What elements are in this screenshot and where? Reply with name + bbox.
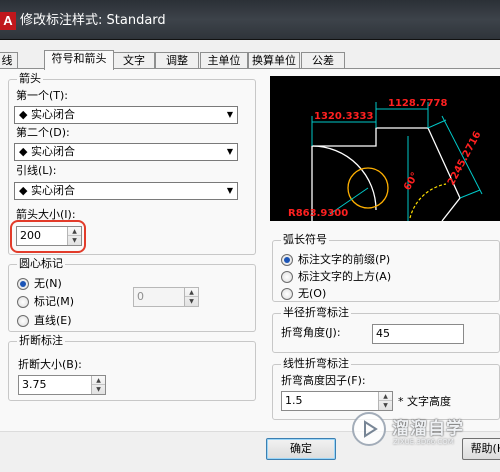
watermark-subtext: ZIXUE.3D66.COM (393, 438, 454, 446)
tab-label: 主单位 (207, 54, 241, 67)
radio-icon (17, 296, 29, 308)
radio-icon (17, 315, 29, 327)
first-arrow-select[interactable]: ◆ 实心闭合 ▼ (14, 106, 238, 124)
watermark: 溜溜自学 ZIXUE.3D66.COM (352, 408, 474, 454)
tab-symbols-arrows[interactable]: 符号和箭头 (44, 50, 114, 70)
tab-lines[interactable]: 线 (0, 52, 18, 69)
break-size-input[interactable]: 3.75 ▲ ▼ (18, 375, 106, 395)
arrow-glyph-icon: ◆ (19, 108, 28, 121)
second-arrow-value: 实心闭合 (30, 145, 75, 158)
spin-up-icon[interactable]: ▲ (92, 376, 105, 385)
tab-tolerances[interactable]: 公差 (301, 52, 345, 69)
preview-dim-left: 1320.3333 (314, 111, 374, 122)
tab-label: 线 (1, 54, 13, 67)
first-arrow-label: 第一个(T): (16, 89, 69, 102)
preview-ext-line-diag-top (427, 119, 447, 129)
play-icon (364, 420, 378, 438)
preview-dim-diag: 2245.2716 (446, 130, 484, 188)
dimension-preview: 1128.7778 1320.3333 2245.2716 60° R863.9… (270, 76, 500, 221)
preview-dim-angle: 60° (402, 171, 421, 193)
leader-arrow-select[interactable]: ◆ 实心闭合 ▼ (14, 182, 238, 200)
spinner-buttons[interactable]: ▲ ▼ (91, 376, 105, 394)
group-title: 半径折弯标注 (281, 306, 351, 320)
group-title: 箭头 (17, 72, 43, 86)
radio-label: 标记(M) (34, 295, 75, 308)
watermark-text: 溜溜自学 (392, 419, 464, 439)
tab-label: 文字 (123, 54, 145, 67)
radio-label: 无(O) (298, 287, 327, 300)
arrow-glyph-icon: ◆ (19, 145, 28, 158)
spinner-buttons[interactable]: ▲ ▼ (184, 288, 198, 306)
center-mark-size-input[interactable]: 0 ▲ ▼ (133, 287, 199, 307)
tab-alternate-units[interactable]: 换算单位 (248, 52, 300, 69)
first-arrow-value: 实心闭合 (30, 108, 75, 121)
preview-dim-top: 1128.7778 (388, 98, 448, 109)
spin-down-icon[interactable]: ▼ (92, 385, 105, 394)
ok-button[interactable]: 确定 (266, 438, 336, 460)
break-size-label: 折断大小(B): (18, 358, 82, 371)
tab-primary-units[interactable]: 主单位 (200, 52, 248, 69)
chevron-down-icon: ▼ (226, 110, 233, 119)
radio-icon (17, 278, 29, 290)
jog-height-factor-value: 1.5 (285, 394, 303, 407)
radio-label: 标注文字的前缀(P) (298, 253, 391, 266)
title-bar[interactable]: A 修改标注样式: Standard (0, 0, 500, 40)
second-arrow-select[interactable]: ◆ 实心闭合 ▼ (14, 143, 238, 161)
text-height-suffix: * 文字高度 (398, 395, 451, 408)
spin-up-icon[interactable]: ▲ (379, 392, 392, 401)
leader-arrow-label: 引线(L): (16, 164, 57, 177)
jog-angle-input[interactable]: 45 (372, 324, 464, 344)
chevron-down-icon: ▼ (226, 186, 233, 195)
preview-angle-arc (409, 183, 447, 219)
preview-dim-radius: R863.9300 (288, 208, 348, 219)
watermark-play-icon (352, 412, 386, 446)
group-title: 弧长符号 (281, 233, 329, 247)
arrow-glyph-icon: ◆ (19, 184, 28, 197)
tab-label: 换算单位 (252, 54, 296, 67)
radio-label: 直线(E) (34, 314, 72, 327)
annotation-highlight-circle (10, 220, 86, 253)
radio-icon (281, 271, 293, 283)
spin-down-icon[interactable]: ▼ (185, 297, 198, 306)
chevron-down-icon: ▼ (226, 147, 233, 156)
jog-angle-label: 折弯角度(J): (281, 326, 341, 339)
second-arrow-label: 第二个(D): (16, 126, 70, 139)
tab-text[interactable]: 文字 (113, 52, 155, 69)
radio-label: 标注文字的上方(A) (298, 270, 392, 283)
center-mark-size-value: 0 (137, 290, 144, 303)
jog-angle-value: 45 (376, 327, 390, 340)
jog-height-factor-label: 折弯高度因子(F): (281, 374, 366, 387)
break-size-value: 3.75 (22, 378, 47, 391)
tab-label: 符号和箭头 (51, 52, 107, 65)
autocad-app-icon: A (0, 12, 16, 30)
preview-part-arc (311, 145, 377, 211)
group-title: 线性折弯标注 (281, 357, 351, 371)
tab-label: 公差 (312, 54, 334, 67)
spin-up-icon[interactable]: ▲ (185, 288, 198, 297)
tab-fit[interactable]: 调整 (155, 52, 199, 69)
preview-ext-line-diag-bottom (459, 189, 481, 199)
group-title: 折断标注 (17, 334, 65, 348)
window-title: 修改标注样式: Standard (20, 13, 166, 28)
leader-arrow-value: 实心闭合 (30, 184, 75, 197)
preview-drawing: 1128.7778 1320.3333 2245.2716 60° R863.9… (288, 98, 484, 221)
radio-icon (281, 254, 293, 266)
group-title: 圆心标记 (17, 257, 65, 271)
tab-strip: 线 符号和箭头 文字 调整 主单位 换算单位 公差 (0, 50, 500, 70)
radio-label: 无(N) (34, 277, 62, 290)
tab-label: 调整 (166, 54, 188, 67)
radio-icon (281, 288, 293, 300)
